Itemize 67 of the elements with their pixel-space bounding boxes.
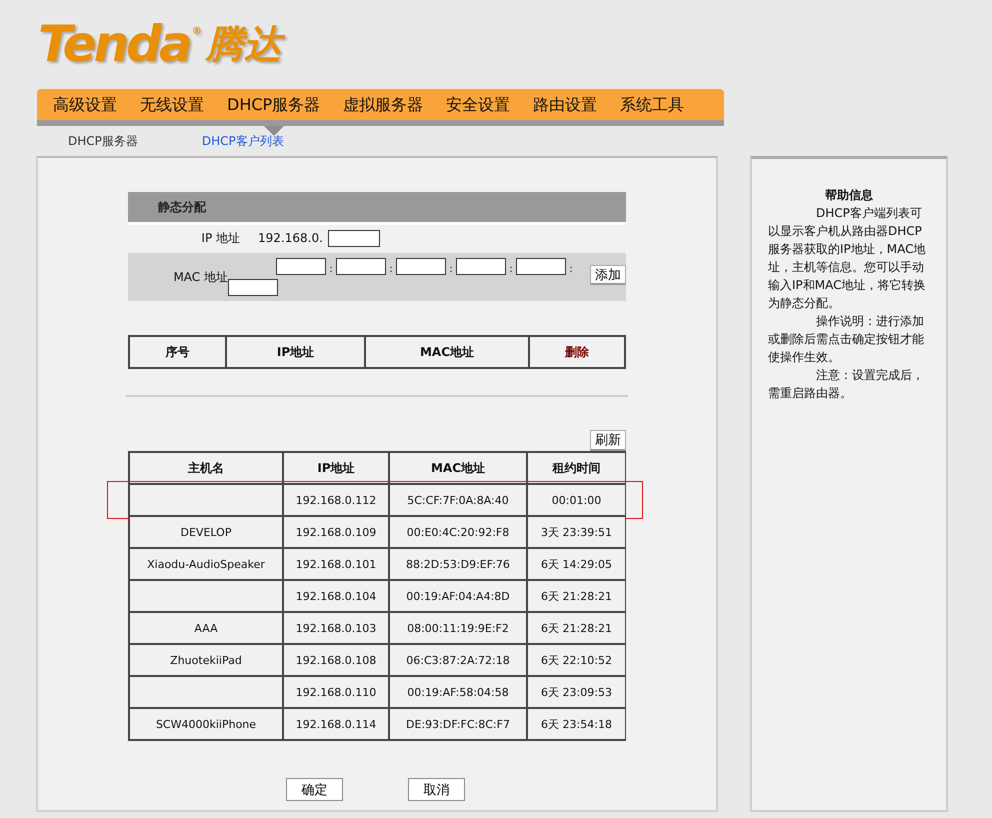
table-cell: 192.168.0.112 [284,485,388,515]
table-cell: 6天 21:28:21 [528,581,625,611]
table-cell: 08:00:11:19:9E:F2 [390,613,526,643]
column-header: 序号 [130,337,225,367]
table-cell: 6天 21:28:21 [528,613,625,643]
separator: : [568,264,574,275]
table-cell: 00:19:AF:04:A4:8D [390,581,526,611]
table-cell: 192.168.0.108 [284,645,388,675]
column-header: IP地址 [227,337,364,367]
table-cell: 00:19:AF:58:04:58 [390,677,526,707]
column-header: 主机名 [130,453,282,483]
table-cell: DE:93:DF:FC:8C:F7 [390,709,526,739]
field-label: IP 地址 [200,230,241,246]
table-cell: 5C:CF:7F:0A:8A:40 [390,485,526,515]
help-text: 操作说明：进行添加或删除后需点击确定按钮才能使操作生效。 [768,313,925,366]
table-cell: DEVELOP [130,517,282,547]
separator: : [388,264,394,275]
table-cell: 6天 22:10:52 [528,645,625,675]
table-cell: 00:01:00 [528,485,625,515]
nav-tab[interactable]: 系统工具 [612,89,692,136]
column-header: IP地址 [284,453,388,483]
field-label: MAC 地址 [172,269,228,286]
brand-logo: Tenda [38,14,190,74]
separator: : [448,264,454,275]
column-header: 租约时间 [528,453,625,483]
table-cell: 6天 23:54:18 [528,709,625,739]
nav-tab[interactable]: 安全设置 [438,89,518,136]
separator: : [508,264,514,275]
table-cell: 3天 23:39:51 [528,517,625,547]
table-cell: AAA [130,613,282,643]
input-field[interactable] [516,258,566,275]
table-cell: SCW4000kiiPhone [130,709,282,739]
help-text: 注意：设置完成后，需重启路由器。 [768,367,925,402]
add-button[interactable]: 添加 [590,265,626,285]
table-cell: 192.168.0.103 [284,613,388,643]
section-header: 静态分配 [128,192,626,225]
table-cell: 192.168.0.110 [284,677,388,707]
input-field[interactable] [336,258,386,275]
table-cell: 192.168.0.104 [284,581,388,611]
help-text: DHCP客户端列表可以显示客户机从路由器DHCP服务器获取的IP地址，MAC地址，主机等信息。您可以手动输入IP和MAC地址，将它转换为静态分配。 [768,205,927,312]
form-button[interactable]: 取消 [408,778,465,801]
separator: : [328,264,334,275]
column-header: MAC地址 [366,337,528,367]
table-cell: 06:C3:87:2A:72:18 [390,645,526,675]
table-cell: 192.168.0.101 [284,549,388,579]
registered-mark: ® [192,26,202,37]
nav-tab[interactable]: 路由设置 [525,89,606,136]
column-header: MAC地址 [390,453,526,483]
input-field[interactable] [228,279,278,296]
ip-prefix: 192.168.0. [258,231,323,245]
table-cell: Xiaodu-AudioSpeaker [130,549,282,579]
refresh-button[interactable]: 刷新 [590,430,626,451]
table-cell: 192.168.0.114 [284,709,388,739]
table-cell: 6天 14:29:05 [528,549,625,579]
input-field[interactable] [396,258,446,275]
help-title: 帮助信息 [824,187,874,204]
input-field[interactable] [328,230,380,246]
form-button[interactable]: 确定 [286,778,343,801]
table-cell: 192.168.0.109 [284,517,388,547]
nav-tab[interactable]: 虚拟服务器 [335,89,432,136]
input-field[interactable] [456,258,506,275]
column-header: 删除 [530,337,624,367]
table-cell: 00:E0:4C:20:92:F8 [390,517,526,547]
table-cell: 88:2D:53:D9:EF:76 [390,549,526,579]
table-cell: ZhuotekiiPad [130,645,282,675]
table-cell: 6天 23:09:53 [528,677,625,707]
input-field[interactable] [276,258,326,275]
